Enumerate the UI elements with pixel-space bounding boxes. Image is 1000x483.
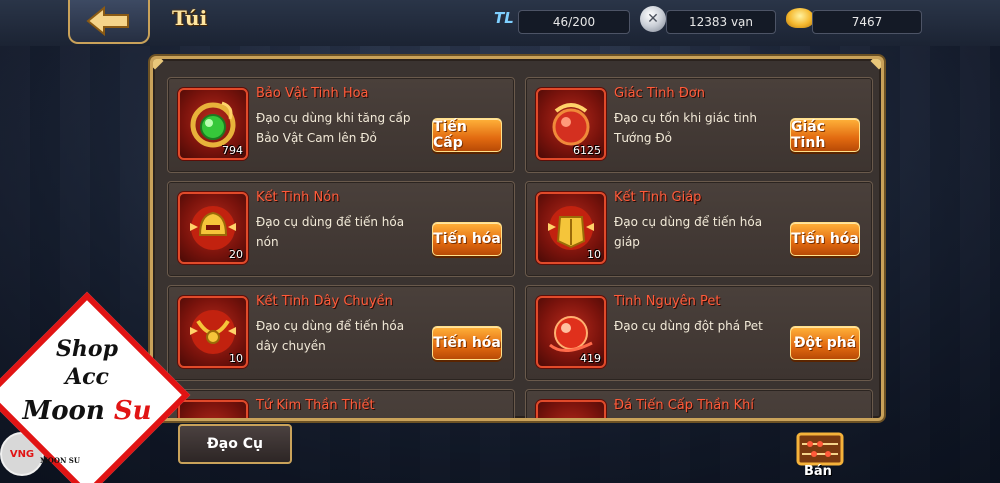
evolve-button[interactable]: Tiến hóa (432, 326, 502, 360)
helmet-crystal-icon (190, 206, 236, 250)
logo-text-moon: Moon (22, 396, 105, 426)
evolve-button[interactable]: Tiến hóa (432, 222, 502, 256)
list-item[interactable]: Tứ Kim Thần Thiết (167, 389, 515, 421)
item-count: 20 (229, 248, 243, 261)
pet-essence-icon (549, 316, 593, 352)
item-slot[interactable] (536, 400, 606, 421)
item-description: Đạo cụ dùng đột phá Pet (614, 319, 763, 333)
item-name: Giác Tinh Đơn (614, 86, 705, 101)
silver-coin-icon: ✕ (640, 6, 666, 32)
item-slot[interactable]: 419 (536, 296, 606, 368)
list-item[interactable]: 10 Kết Tinh Dây Chuyền Đạo cụ dùng để ti… (167, 285, 515, 381)
item-slot[interactable]: 10 (178, 296, 248, 368)
armor-crystal-icon (548, 206, 594, 250)
item-name: Kết Tinh Giáp (614, 190, 702, 205)
item-name: Kết Tinh Nón (256, 190, 340, 205)
logo-text-line2: Acc (65, 364, 109, 390)
dragon-orb-icon (552, 103, 590, 146)
stamina-icon: TL (494, 9, 514, 27)
metal-ingot-icon (186, 409, 240, 421)
gold-ingot-icon (786, 8, 814, 28)
logo-text-line3: Moon Su (2, 396, 172, 426)
item-slot[interactable]: 10 (536, 192, 606, 264)
list-item[interactable]: 419 Tinh Nguyên Pet Đạo cụ dùng đột phá … (525, 285, 873, 381)
item-slot[interactable]: 794 (178, 88, 248, 160)
item-count: 10 (229, 352, 243, 365)
list-item[interactable]: 794 Bảo Vật Tinh Hoa Đạo cụ dùng khi tăn… (167, 77, 515, 173)
inventory-panel[interactable]: 794 Bảo Vật Tinh Hoa Đạo cụ dùng khi tăn… (150, 56, 884, 421)
stamina-counter: 46/200 (518, 10, 630, 34)
tab-items[interactable]: Đạo Cụ (178, 424, 292, 464)
item-description: Đạo cụ dùng khi tăng cấp Bảo Vật Cam lên… (256, 111, 411, 145)
item-name: Đá Tiến Cấp Thần Khí (614, 398, 755, 413)
panel-corner-ornament (153, 59, 164, 70)
awaken-button[interactable]: Giác Tinh (790, 118, 860, 152)
item-slot[interactable]: 20 (178, 192, 248, 264)
back-button[interactable] (68, 0, 150, 44)
item-description: Đạo cụ dùng để tiến hóa giáp (614, 215, 763, 249)
shop-watermark-logo: Shop Acc Moon Su MOON SU (0, 291, 191, 483)
necklace-crystal-icon (190, 310, 236, 354)
page-title: Túi (172, 6, 208, 30)
item-count: 419 (580, 352, 601, 365)
list-item[interactable]: 20 Kết Tinh Nón Đạo cụ dùng để tiến hóa … (167, 181, 515, 277)
item-name: Tứ Kim Thần Thiết (256, 398, 375, 413)
sell-label: Bán (804, 464, 832, 479)
gold-counter: 7467 (812, 10, 922, 34)
list-item[interactable]: 10 Kết Tinh Giáp Đạo cụ dùng để tiến hóa… (525, 181, 873, 277)
dragon-jade-icon (190, 101, 236, 148)
evolve-button[interactable]: Tiến hóa (790, 222, 860, 256)
logo-small-text: MOON SU (40, 456, 80, 465)
item-slot[interactable] (178, 400, 248, 421)
upgrade-button[interactable]: Tiến Cấp (432, 118, 502, 152)
item-slot[interactable]: 6125 (536, 88, 606, 160)
item-name: Kết Tinh Dây Chuyền (256, 294, 393, 309)
item-description: Đạo cụ dùng để tiến hóa dây chuyền (256, 319, 405, 353)
list-item[interactable]: Đá Tiến Cấp Thần Khí (525, 389, 873, 421)
item-count: 10 (587, 248, 601, 261)
list-item[interactable]: 6125 Giác Tinh Đơn Đạo cụ tốn khi giác t… (525, 77, 873, 173)
logo-text-su: Su (113, 396, 152, 426)
item-name: Tinh Nguyên Pet (614, 294, 721, 309)
item-name: Bảo Vật Tinh Hoa (256, 86, 369, 101)
back-arrow-icon (86, 6, 129, 36)
item-count: 6125 (573, 144, 601, 157)
panel-corner-ornament (870, 59, 881, 70)
breakthrough-button[interactable]: Đột phá (790, 326, 860, 360)
item-count: 794 (222, 144, 243, 157)
item-description: Đạo cụ tốn khi giác tinh Tướng Đỏ (614, 111, 757, 145)
artifact-stone-icon (544, 409, 598, 421)
logo-text-line1: Shop (56, 336, 118, 362)
item-description: Đạo cụ dùng để tiến hóa nón (256, 215, 405, 249)
silver-counter: 12383 vạn (666, 10, 776, 34)
